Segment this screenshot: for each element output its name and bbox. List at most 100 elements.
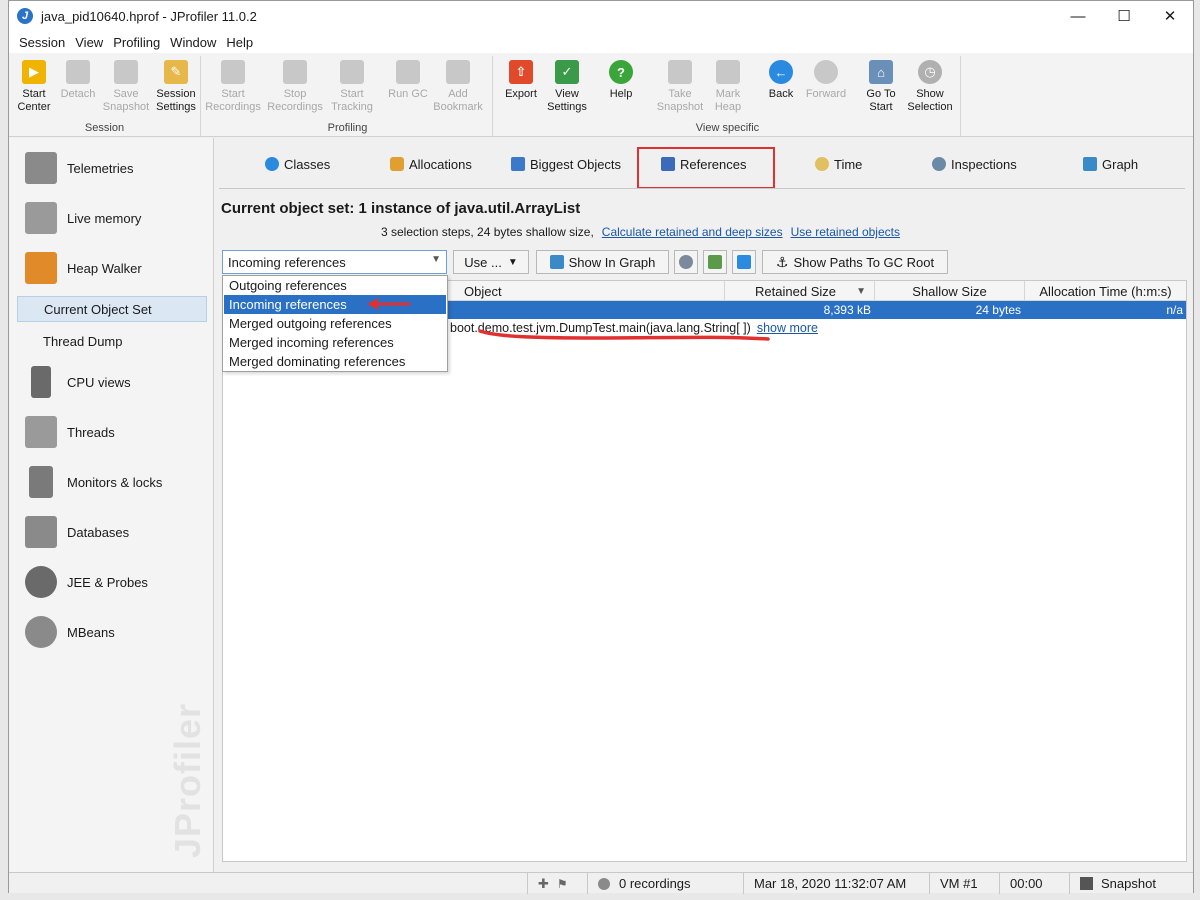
- jprofiler-app-icon: J: [17, 8, 33, 24]
- calculate-sizes-link[interactable]: Calculate retained and deep sizes: [602, 225, 783, 239]
- tab-time[interactable]: Time: [815, 153, 862, 175]
- menu-session[interactable]: Session: [14, 35, 70, 50]
- probe-icon: [25, 566, 57, 598]
- view-settings-button[interactable]: ✓ View Settings: [542, 58, 592, 120]
- tab-classes[interactable]: Classes: [265, 153, 330, 175]
- info-icon: [737, 255, 751, 269]
- forward-arrow-icon: [814, 60, 838, 84]
- detach-button[interactable]: Detach: [53, 58, 103, 120]
- cpu-icon: [31, 366, 51, 398]
- go-to-start-button[interactable]: ⌂ Go To Start: [856, 58, 906, 120]
- allocation-time-cell: n/a: [1166, 303, 1183, 317]
- image-export-button[interactable]: [703, 250, 727, 274]
- sidebar-item-mbeans[interactable]: MBeans: [9, 612, 213, 652]
- references-type-value: Incoming references: [228, 254, 346, 270]
- show-paths-to-gc-root-button[interactable]: ⚓ Show Paths To GC Root: [762, 250, 948, 274]
- tab-allocations[interactable]: Allocations: [390, 153, 472, 175]
- show-in-graph-button[interactable]: Show In Graph: [536, 250, 669, 274]
- clock-icon: ◷: [918, 60, 942, 84]
- status-vm: VM #1: [929, 873, 999, 894]
- references-highlight-box: [637, 147, 775, 189]
- option-merged-incoming-references[interactable]: Merged incoming references: [224, 333, 446, 352]
- camera-icon: [668, 60, 692, 84]
- references-dropdown-menu: Outgoing references Incoming references …: [222, 275, 448, 372]
- toolbar: ▶ Start Center Detach Save Snapshot ✎ Se…: [9, 53, 1193, 137]
- references-type-select[interactable]: Incoming references ▼: [222, 250, 447, 274]
- help-button[interactable]: ? Help: [596, 58, 646, 120]
- class-icon: [265, 157, 279, 171]
- sidebar-item-telemetries[interactable]: Telemetries: [9, 148, 213, 188]
- tab-biggest-objects[interactable]: Biggest Objects: [511, 153, 621, 175]
- session-settings-button[interactable]: ✎ Session Settings: [151, 58, 201, 120]
- red-arrow-annotation: [367, 298, 411, 310]
- help-icon: ?: [609, 60, 633, 84]
- export-button[interactable]: ⇧ Export: [496, 58, 546, 120]
- column-object[interactable]: Object: [463, 281, 725, 301]
- menu-profiling[interactable]: Profiling: [108, 35, 165, 50]
- dropdown-arrow-icon: ▼: [507, 256, 518, 268]
- sidebar-item-jee-probes[interactable]: JEE & Probes: [9, 562, 213, 602]
- column-shallow-size[interactable]: Shallow Size: [875, 281, 1025, 301]
- sidebar-item-monitors-locks[interactable]: Monitors & locks: [9, 462, 213, 502]
- start-center-button[interactable]: ▶ Start Center: [9, 58, 59, 120]
- toolbar-group-label: Session: [84, 122, 125, 134]
- status-time: 00:00: [999, 873, 1069, 894]
- biggest-objects-icon: [511, 157, 525, 171]
- use-retained-objects-link[interactable]: Use retained objects: [791, 225, 900, 239]
- flag-icon[interactable]: ⚑: [557, 877, 568, 891]
- graph-icon: [1083, 157, 1097, 171]
- export-icon: ⇧: [509, 60, 533, 84]
- status-bar: ✚ ⚑ 0 recordings Mar 18, 2020 11:32:07 A…: [9, 872, 1194, 894]
- run-gc-button[interactable]: Run GC: [383, 58, 433, 120]
- menu-view[interactable]: View: [70, 35, 108, 50]
- tab-inspections[interactable]: Inspections: [932, 153, 1017, 175]
- use-button[interactable]: Use ... ▼: [453, 250, 529, 274]
- close-icon[interactable]: ✕: [1147, 1, 1193, 31]
- pin-icon[interactable]: ✚: [538, 876, 549, 892]
- red-underline-annotation: [478, 329, 770, 341]
- sidebar-item-live-memory[interactable]: Live memory: [9, 198, 213, 238]
- show-selection-button[interactable]: ◷ Show Selection: [905, 58, 955, 120]
- add-bookmark-button[interactable]: Add Bookmark: [433, 58, 483, 120]
- sidebar-item-threads[interactable]: Threads: [9, 412, 213, 452]
- recording-status-icon: [598, 877, 610, 890]
- tab-graph[interactable]: Graph: [1083, 153, 1138, 175]
- stop-recordings-button[interactable]: Stop Recordings: [267, 58, 323, 120]
- take-snapshot-button[interactable]: Take Snapshot: [655, 58, 705, 120]
- status-snapshot: Snapshot: [1069, 873, 1194, 894]
- menu-window[interactable]: Window: [165, 35, 221, 50]
- column-allocation-time[interactable]: Allocation Time (h:m:s): [1025, 281, 1186, 301]
- sidebar-item-thread-dump[interactable]: Thread Dump: [17, 328, 207, 354]
- anchor-icon: ⚓: [775, 253, 789, 270]
- heap-walker-icon: [25, 252, 57, 284]
- lock-icon: [29, 466, 53, 498]
- option-merged-outgoing-references[interactable]: Merged outgoing references: [224, 314, 446, 333]
- retained-size-cell: 8,393 kB: [823, 303, 871, 317]
- option-merged-dominating-references[interactable]: Merged dominating references: [224, 352, 446, 371]
- sort-desc-icon: ▼: [856, 285, 866, 297]
- sidebar-item-heap-walker[interactable]: Heap Walker: [9, 248, 213, 288]
- info-button[interactable]: [732, 250, 756, 274]
- minimize-icon[interactable]: —: [1055, 1, 1101, 31]
- option-outgoing-references[interactable]: Outgoing references: [224, 276, 446, 295]
- maximize-icon[interactable]: ☐: [1101, 1, 1147, 31]
- jprofiler-window: J java_pid10640.hprof - JProfiler 11.0.2…: [8, 0, 1194, 894]
- sidebar-item-databases[interactable]: Databases: [9, 512, 213, 552]
- save-icon: [1080, 877, 1093, 890]
- jprofiler-watermark: JProfiler: [167, 702, 208, 858]
- recording-icon: [221, 60, 245, 84]
- tracking-icon: [340, 60, 364, 84]
- sidebar-item-cpu-views[interactable]: CPU views: [9, 362, 213, 402]
- sidebar-item-current-object-set[interactable]: Current Object Set: [17, 296, 207, 322]
- mbeans-globe-icon: [25, 616, 57, 648]
- menu-help[interactable]: Help: [221, 35, 258, 50]
- column-retained-size[interactable]: Retained Size ▼: [725, 281, 875, 301]
- start-recordings-button[interactable]: Start Recordings: [205, 58, 261, 120]
- settings-button[interactable]: [674, 250, 698, 274]
- forward-button[interactable]: Forward: [801, 58, 851, 120]
- mark-heap-button[interactable]: Mark Heap: [703, 58, 753, 120]
- save-snapshot-button[interactable]: Save Snapshot: [101, 58, 151, 120]
- live-memory-icon: [25, 202, 57, 234]
- start-tracking-button[interactable]: Start Tracking: [327, 58, 377, 120]
- back-button[interactable]: ← Back: [756, 58, 806, 120]
